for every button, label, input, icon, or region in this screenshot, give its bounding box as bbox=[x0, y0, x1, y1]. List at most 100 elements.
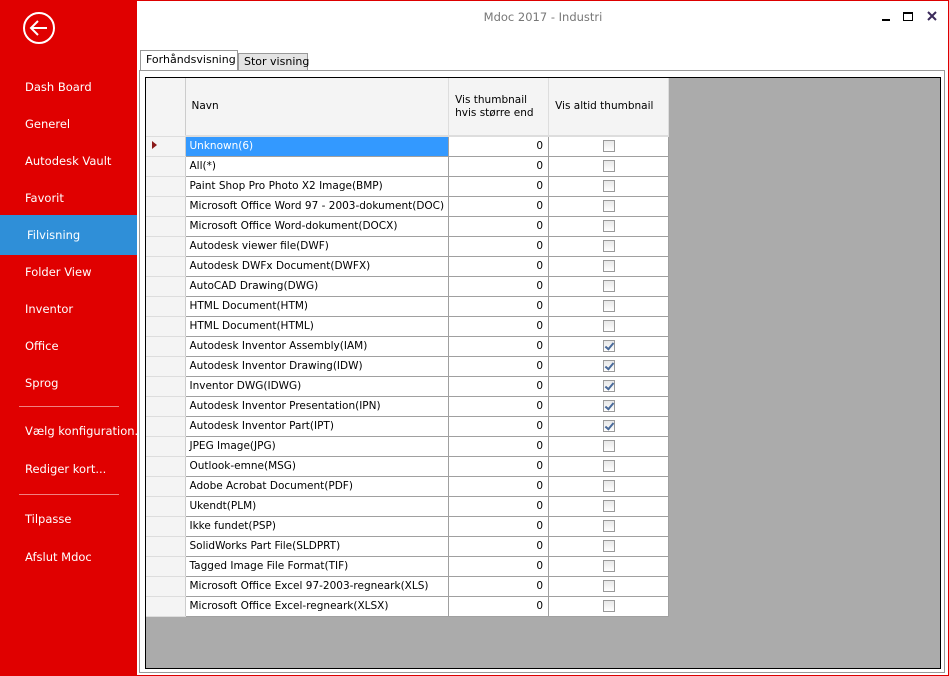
column-header-navn[interactable]: Navn bbox=[185, 78, 450, 137]
cell-name[interactable]: JPEG Image(JPG) bbox=[185, 436, 450, 457]
cell-thumbnail-size[interactable]: 0 bbox=[448, 496, 550, 517]
cell-name[interactable]: SolidWorks Part File(SLDPRT) bbox=[185, 536, 450, 557]
cell-thumbnail-size[interactable]: 0 bbox=[448, 596, 550, 617]
cell-name[interactable]: Unknown(6) bbox=[185, 136, 450, 157]
cell-thumbnail-size[interactable]: 0 bbox=[448, 216, 550, 237]
always-thumbnail-checkbox[interactable] bbox=[602, 300, 615, 312]
sidebar-item-inventor[interactable]: Inventor bbox=[0, 289, 137, 329]
tab-forhandsvisning[interactable]: Forhåndsvisning bbox=[140, 50, 238, 71]
row-header[interactable] bbox=[146, 176, 186, 197]
always-thumbnail-checkbox[interactable] bbox=[602, 600, 615, 612]
cell-thumbnail-size[interactable]: 0 bbox=[448, 376, 550, 397]
cell-thumbnail-size[interactable]: 0 bbox=[448, 516, 550, 537]
table-row[interactable]: Autodesk Inventor Drawing(IDW) 0 bbox=[146, 356, 670, 377]
cell-name[interactable]: HTML Document(HTML) bbox=[185, 316, 450, 337]
always-thumbnail-checkbox[interactable] bbox=[602, 580, 615, 592]
table-row[interactable]: HTML Document(HTM) 0 bbox=[146, 296, 670, 317]
table-row[interactable]: HTML Document(HTML) 0 bbox=[146, 316, 670, 337]
always-thumbnail-checkbox[interactable] bbox=[602, 180, 615, 192]
column-header-always-thumbnail[interactable]: Vis altid thumbnail bbox=[548, 78, 670, 137]
cell-name[interactable]: Microsoft Office Excel-regneark(XLSX) bbox=[185, 596, 450, 617]
cell-thumbnail-size[interactable]: 0 bbox=[448, 396, 550, 417]
table-row[interactable]: AutoCAD Drawing(DWG) 0 bbox=[146, 276, 670, 297]
always-thumbnail-checkbox[interactable] bbox=[602, 540, 615, 552]
sidebar-item-autodesk-vault[interactable]: Autodesk Vault bbox=[0, 141, 137, 181]
cell-name[interactable]: Autodesk DWFx Document(DWFX) bbox=[185, 256, 450, 277]
table-row[interactable]: Outlook-emne(MSG) 0 bbox=[146, 456, 670, 477]
row-header[interactable] bbox=[146, 196, 186, 217]
always-thumbnail-checkbox[interactable] bbox=[602, 480, 615, 492]
row-header[interactable] bbox=[146, 576, 186, 597]
always-thumbnail-checkbox[interactable] bbox=[602, 520, 615, 532]
always-thumbnail-checkbox[interactable] bbox=[602, 560, 615, 572]
cell-thumbnail-size[interactable]: 0 bbox=[448, 156, 550, 177]
cell-name[interactable]: Ikke fundet(PSP) bbox=[185, 516, 450, 537]
table-row[interactable]: Ikke fundet(PSP) 0 bbox=[146, 516, 670, 537]
row-header[interactable] bbox=[146, 216, 186, 237]
always-thumbnail-checkbox[interactable] bbox=[602, 420, 615, 432]
always-thumbnail-checkbox[interactable] bbox=[602, 160, 615, 172]
cell-thumbnail-size[interactable]: 0 bbox=[448, 576, 550, 597]
table-row[interactable]: Autodesk Inventor Presentation(IPN) 0 bbox=[146, 396, 670, 417]
row-header[interactable] bbox=[146, 436, 186, 457]
always-thumbnail-checkbox[interactable] bbox=[602, 460, 615, 472]
cell-name[interactable]: Autodesk viewer file(DWF) bbox=[185, 236, 450, 257]
cell-thumbnail-size[interactable]: 0 bbox=[448, 316, 550, 337]
sidebar-item-rediger-kort[interactable]: Rediger kort... bbox=[0, 449, 137, 489]
row-header[interactable] bbox=[146, 556, 186, 577]
always-thumbnail-checkbox[interactable] bbox=[602, 320, 615, 332]
cell-thumbnail-size[interactable]: 0 bbox=[448, 336, 550, 357]
table-row[interactable]: All(*) 0 bbox=[146, 156, 670, 177]
cell-thumbnail-size[interactable]: 0 bbox=[448, 476, 550, 497]
cell-name[interactable]: Microsoft Office Word-dokument(DOCX) bbox=[185, 216, 450, 237]
always-thumbnail-checkbox[interactable] bbox=[602, 500, 615, 512]
cell-name[interactable]: All(*) bbox=[185, 156, 450, 177]
cell-name[interactable]: Autodesk Inventor Part(IPT) bbox=[185, 416, 450, 437]
table-row[interactable]: Unknown(6) 0 bbox=[146, 136, 670, 157]
sidebar-item-vælg-konfiguration[interactable]: Vælg konfiguration... bbox=[0, 411, 146, 451]
row-header[interactable] bbox=[146, 596, 186, 617]
cell-name[interactable]: Paint Shop Pro Photo X2 Image(BMP) bbox=[185, 176, 450, 197]
table-row[interactable]: JPEG Image(JPG) 0 bbox=[146, 436, 670, 457]
row-header[interactable] bbox=[146, 416, 186, 437]
always-thumbnail-checkbox[interactable] bbox=[602, 140, 615, 153]
table-row[interactable]: Microsoft Office Word-dokument(DOCX) 0 bbox=[146, 216, 670, 237]
tab-stor-visning[interactable]: Stor visning bbox=[238, 53, 309, 71]
close-button[interactable] bbox=[924, 8, 940, 24]
cell-name[interactable]: Tagged Image File Format(TIF) bbox=[185, 556, 450, 577]
sidebar-item-filvisning[interactable]: Filvisning bbox=[0, 215, 137, 255]
cell-name[interactable]: Ukendt(PLM) bbox=[185, 496, 450, 517]
row-header[interactable] bbox=[146, 276, 186, 297]
cell-thumbnail-size[interactable]: 0 bbox=[448, 136, 550, 157]
cell-thumbnail-size[interactable]: 0 bbox=[448, 196, 550, 217]
cell-thumbnail-size[interactable]: 0 bbox=[448, 356, 550, 377]
table-row[interactable]: Microsoft Office Excel 97-2003-regneark(… bbox=[146, 576, 670, 597]
always-thumbnail-checkbox[interactable] bbox=[602, 220, 615, 232]
always-thumbnail-checkbox[interactable] bbox=[602, 200, 615, 212]
row-header[interactable] bbox=[146, 396, 186, 417]
row-header[interactable] bbox=[146, 376, 186, 397]
row-header[interactable] bbox=[146, 316, 186, 337]
cell-thumbnail-size[interactable]: 0 bbox=[448, 296, 550, 317]
row-header[interactable] bbox=[146, 356, 186, 377]
table-row[interactable]: Microsoft Office Excel-regneark(XLSX) 0 bbox=[146, 596, 670, 617]
always-thumbnail-checkbox[interactable] bbox=[602, 340, 615, 352]
cell-name[interactable]: Adobe Acrobat Document(PDF) bbox=[185, 476, 450, 497]
cell-thumbnail-size[interactable]: 0 bbox=[448, 256, 550, 277]
cell-name[interactable]: HTML Document(HTM) bbox=[185, 296, 450, 317]
sidebar-item-office[interactable]: Office bbox=[0, 326, 137, 366]
table-row[interactable]: Autodesk Inventor Assembly(IAM) 0 bbox=[146, 336, 670, 357]
table-row[interactable]: Inventor DWG(IDWG) 0 bbox=[146, 376, 670, 397]
row-header[interactable] bbox=[146, 336, 186, 357]
cell-name[interactable]: Outlook-emne(MSG) bbox=[185, 456, 450, 477]
row-header[interactable] bbox=[146, 136, 186, 157]
cell-name[interactable]: Autodesk Inventor Drawing(IDW) bbox=[185, 356, 450, 377]
row-header[interactable] bbox=[146, 296, 186, 317]
row-header[interactable] bbox=[146, 496, 186, 517]
table-row[interactable]: Tagged Image File Format(TIF) 0 bbox=[146, 556, 670, 577]
row-header[interactable] bbox=[146, 516, 186, 537]
sidebar-item-favorit[interactable]: Favorit bbox=[0, 178, 137, 218]
cell-name[interactable]: Autodesk Inventor Assembly(IAM) bbox=[185, 336, 450, 357]
cell-thumbnail-size[interactable]: 0 bbox=[448, 436, 550, 457]
row-header[interactable] bbox=[146, 476, 186, 497]
